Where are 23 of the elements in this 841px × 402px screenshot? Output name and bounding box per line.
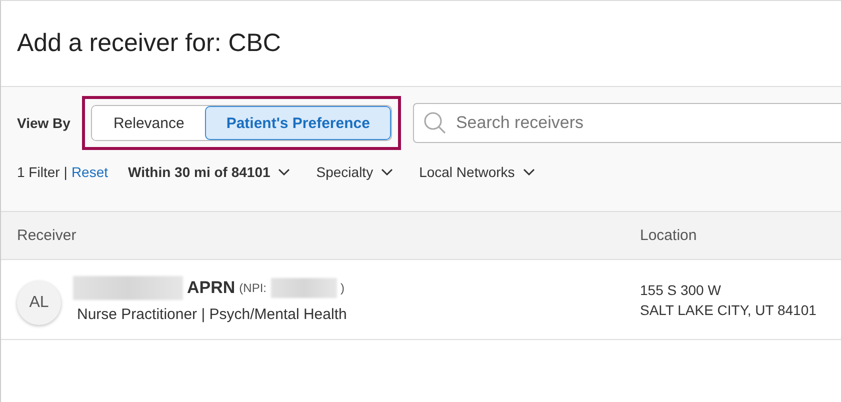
npi-label: (NPI:	[239, 281, 267, 295]
reset-link[interactable]: Reset	[71, 164, 108, 180]
receiver-credential: APRN	[187, 278, 236, 298]
view-by-label: View By	[17, 115, 70, 131]
filter-dropdown[interactable]: Local Networks	[419, 164, 535, 180]
separator: |	[64, 164, 68, 180]
column-header: Location	[640, 227, 698, 244]
npi-close: )	[340, 281, 345, 295]
chevron-down-icon	[278, 168, 290, 176]
filter-dropdown[interactable]: Within 30 mi of 84101	[128, 164, 290, 180]
search-icon	[422, 111, 447, 135]
filter-dropdown[interactable]: Specialty	[316, 164, 394, 180]
address-line: SALT LAKE CITY, UT 84101	[640, 300, 818, 320]
page-title: Add a receiver for: CBC	[17, 29, 281, 58]
filter-count: 1 Filter	[17, 164, 60, 180]
chevron-down-icon	[381, 168, 394, 176]
receiver-specialty: Nurse Practitioner | Psych/Mental Health	[76, 306, 347, 323]
avatar: AL	[17, 280, 61, 324]
column-header: Receiver	[17, 227, 78, 244]
view-option-tab[interactable]: Patient's Preference	[205, 106, 391, 140]
chevron-down-icon	[522, 168, 535, 176]
search-field[interactable]: Search receivers	[412, 103, 841, 143]
address-line: 155 S 300 W	[640, 280, 722, 300]
